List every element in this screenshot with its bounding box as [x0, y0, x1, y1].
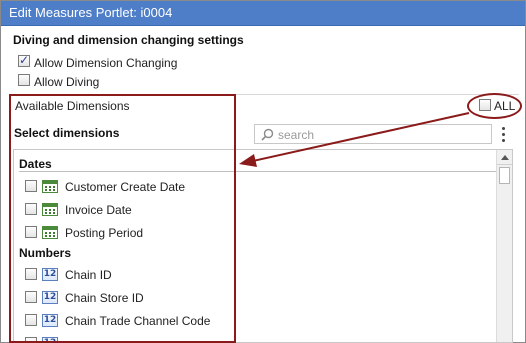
edit-measures-dialog: Edit Measures Portlet: i0004 Diving and …: [0, 0, 526, 343]
dialog-title: Edit Measures Portlet: i0004: [9, 5, 173, 20]
dialog-titlebar: Edit Measures Portlet: i0004: [1, 1, 525, 26]
allow-diving-checkbox[interactable]: [18, 74, 30, 86]
more-options-icon[interactable]: [500, 125, 508, 143]
settings-section-title: Diving and dimension changing settings: [13, 33, 244, 47]
scroll-up-arrow-icon[interactable]: [497, 150, 512, 165]
annotation-highlight-box: [9, 94, 236, 343]
search-icon: [261, 128, 274, 141]
list-scrollbar[interactable]: [496, 150, 512, 342]
allow-dimension-changing-checkbox[interactable]: [18, 53, 30, 67]
allow-diving-label[interactable]: Allow Diving: [34, 75, 99, 89]
allow-dimension-changing-label[interactable]: Allow Dimension Changing: [34, 56, 177, 70]
search-placeholder: search: [278, 128, 315, 142]
dimension-search-input[interactable]: search: [254, 124, 492, 144]
annotation-highlight-ellipse: [467, 93, 522, 119]
scroll-thumb[interactable]: [499, 167, 510, 184]
